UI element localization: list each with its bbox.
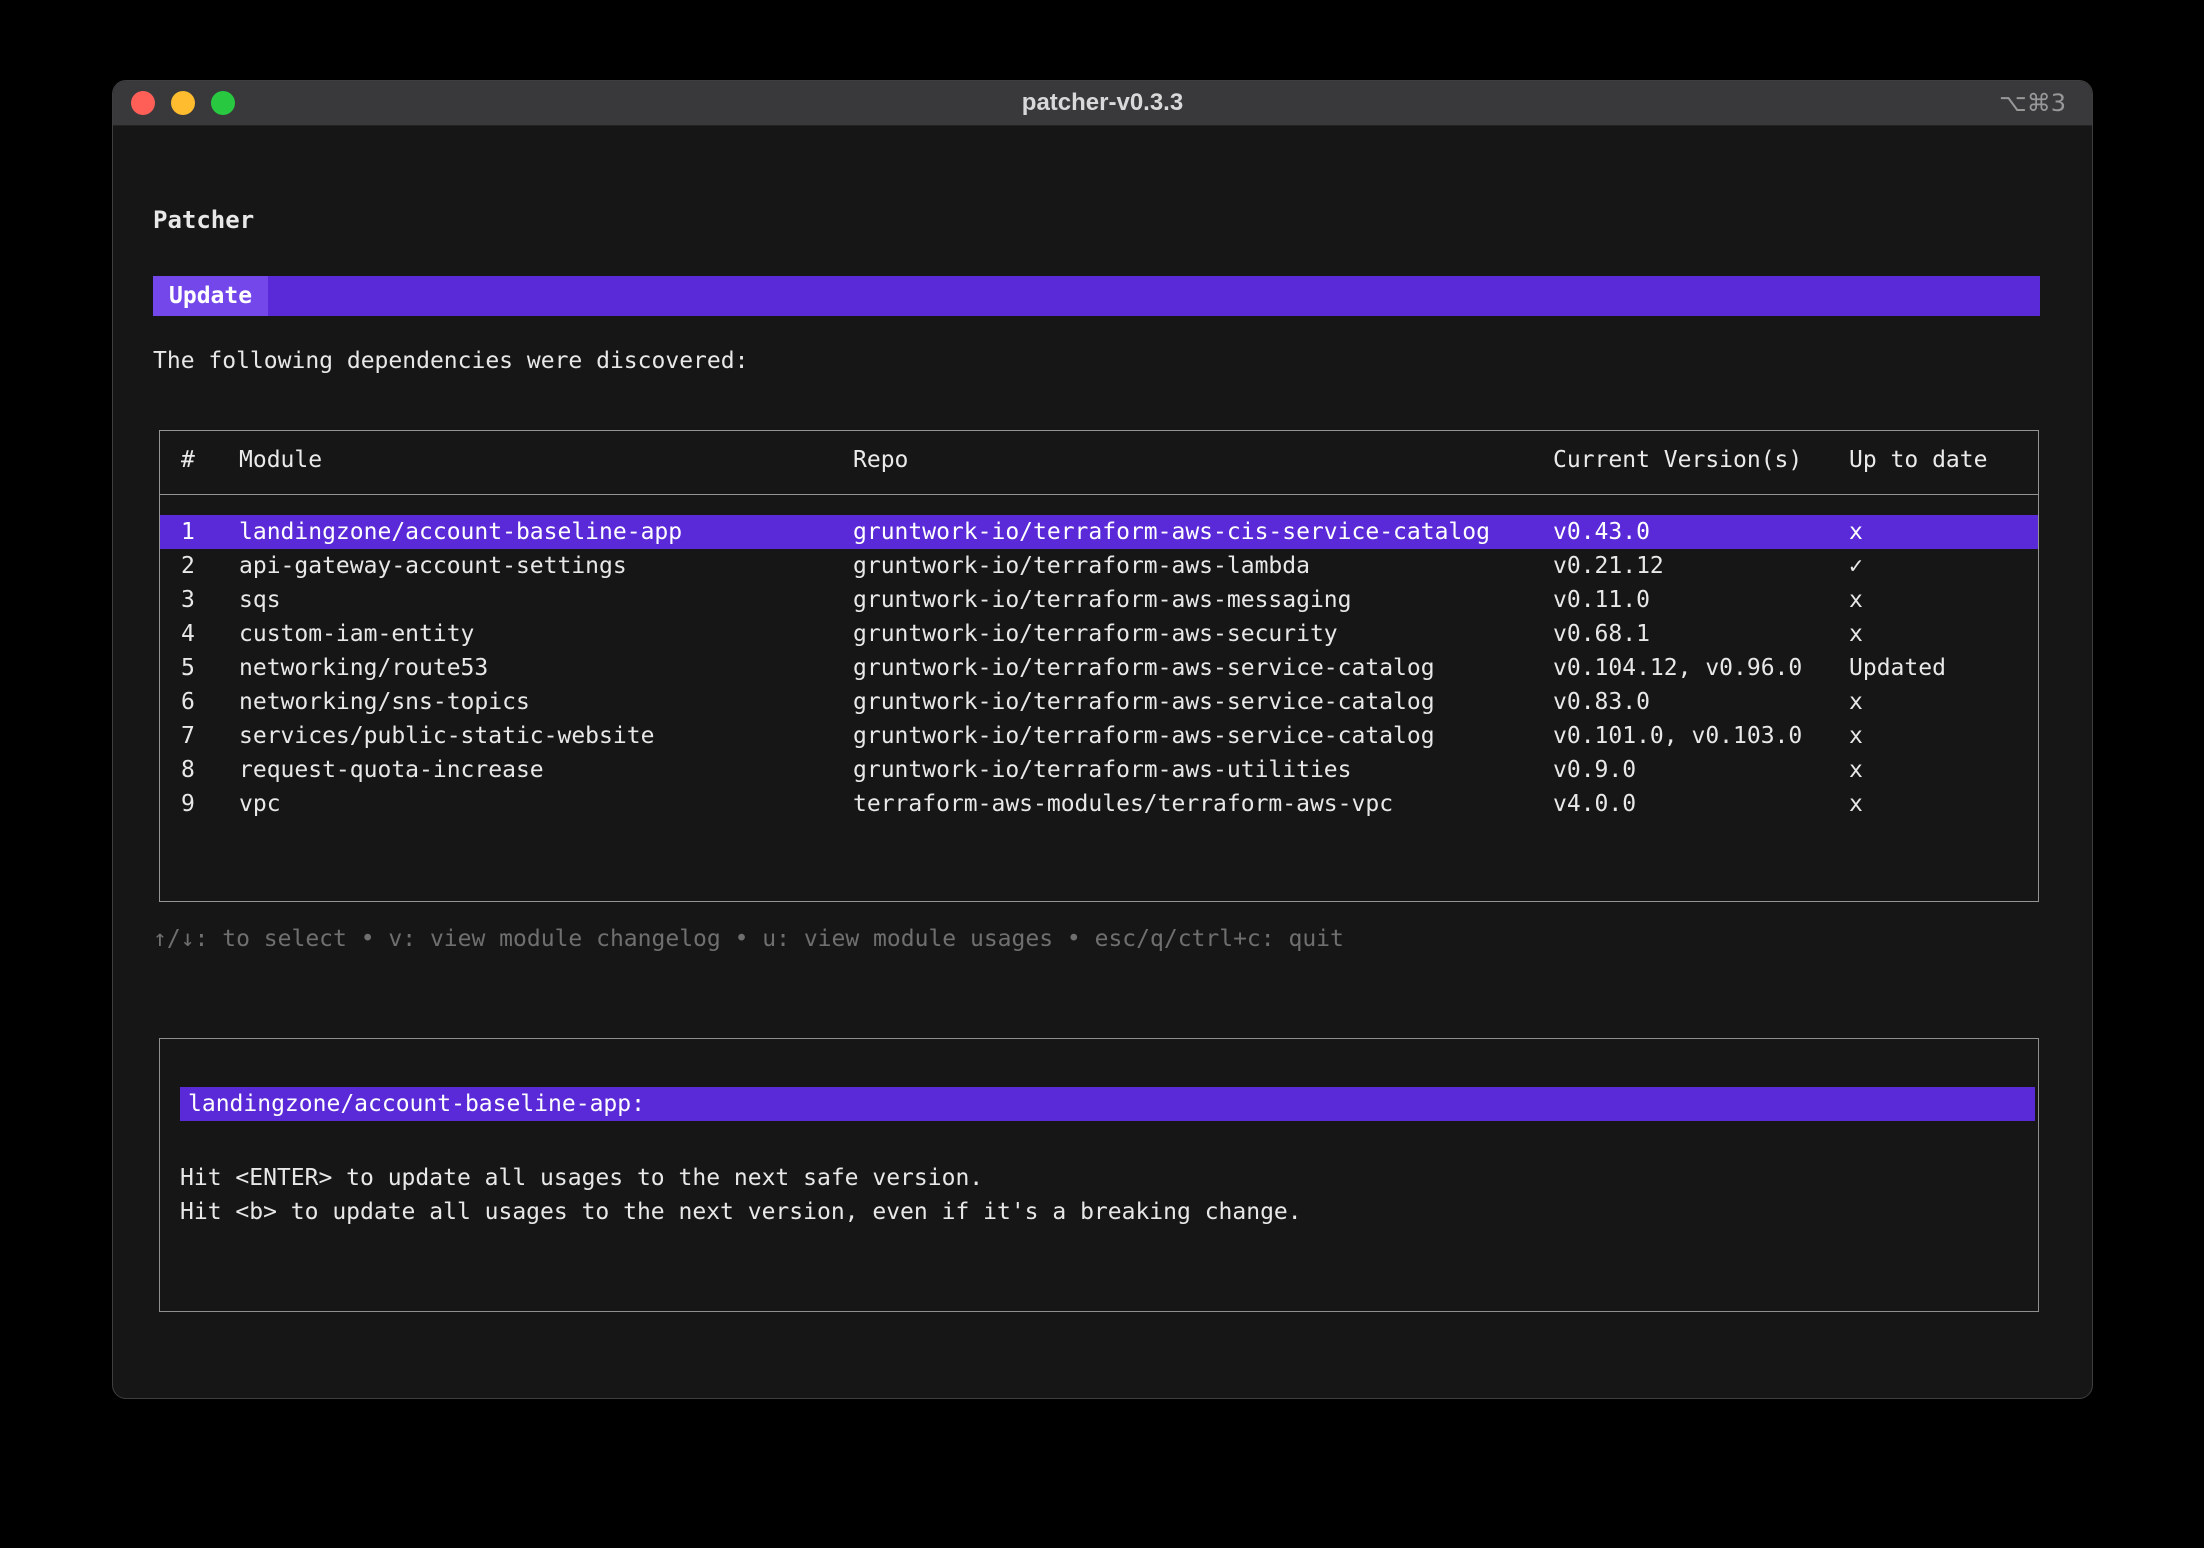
zoom-button[interactable] [211,91,235,115]
col-header-number: # [181,447,239,494]
terminal-window: patcher-v0.3.3 ⌥⌘3 Patcher Update The fo… [112,80,2093,1399]
cell-up-to-date: x [1849,583,2038,617]
table-row[interactable]: 2 api-gateway-account-settings gruntwork… [160,549,2038,583]
dependencies-table: # Module Repo Current Version(s) Up to d… [159,430,2039,902]
cell-current-versions: v4.0.0 [1553,787,1849,821]
cell-repo: gruntwork-io/terraform-aws-security [853,617,1553,651]
cell-up-to-date: x [1849,685,2038,719]
cell-up-to-date: x [1849,719,2038,753]
update-tab-bar: Update [153,276,2040,316]
cell-current-versions: v0.83.0 [1553,685,1849,719]
minimize-button[interactable] [171,91,195,115]
close-button[interactable] [131,91,155,115]
cell-current-versions: v0.101.0, v0.103.0 [1553,719,1849,753]
detail-panel: landingzone/account-baseline-app: Hit <E… [159,1038,2039,1312]
window-shortcut-hint: ⌥⌘3 [1999,89,2066,117]
intro-text: The following dependencies were discover… [153,344,2040,378]
detail-instruction-breaking: Hit <b> to update all usages to the next… [180,1195,2038,1229]
col-header-up-to-date: Up to date [1849,447,2038,494]
cell-module: networking/sns-topics [239,685,853,719]
cell-number: 6 [181,685,239,719]
col-header-repo: Repo [853,447,1553,494]
cell-up-to-date: x [1849,753,2038,787]
table-row[interactable]: 4 custom-iam-entity gruntwork-io/terrafo… [160,617,2038,651]
cell-number: 8 [181,753,239,787]
window-titlebar[interactable]: patcher-v0.3.3 ⌥⌘3 [113,81,2092,126]
cell-up-to-date: x [1849,787,2038,821]
table-row[interactable]: 7 services/public-static-website gruntwo… [160,719,2038,753]
cell-repo: gruntwork-io/terraform-aws-lambda [853,549,1553,583]
cell-number: 5 [181,651,239,685]
cell-number: 3 [181,583,239,617]
cell-module: custom-iam-entity [239,617,853,651]
cell-module: api-gateway-account-settings [239,549,853,583]
tab-update[interactable]: Update [153,276,268,316]
cell-repo: terraform-aws-modules/terraform-aws-vpc [853,787,1553,821]
table-row[interactable]: 5 networking/route53 gruntwork-io/terraf… [160,651,2038,685]
table-row[interactable]: 6 networking/sns-topics gruntwork-io/ter… [160,685,2038,719]
table-row[interactable]: 8 request-quota-increase gruntwork-io/te… [160,753,2038,787]
table-row[interactable]: 3 sqs gruntwork-io/terraform-aws-messagi… [160,583,2038,617]
cell-current-versions: v0.11.0 [1553,583,1849,617]
cell-repo: gruntwork-io/terraform-aws-service-catal… [853,685,1553,719]
terminal-content: Patcher Update The following dependencie… [113,126,2092,1312]
detail-module-heading: landingzone/account-baseline-app: [180,1087,2035,1121]
cell-module: vpc [239,787,853,821]
cell-module: sqs [239,583,853,617]
detail-instructions: Hit <ENTER> to update all usages to the … [180,1161,2038,1229]
cell-up-to-date: x [1849,515,2038,549]
cell-module: request-quota-increase [239,753,853,787]
col-header-module: Module [239,447,853,494]
cell-module: services/public-static-website [239,719,853,753]
cell-repo: gruntwork-io/terraform-aws-service-catal… [853,719,1553,753]
table-body: 1 landingzone/account-baseline-app grunt… [160,495,2038,821]
cell-repo: gruntwork-io/terraform-aws-service-catal… [853,651,1553,685]
app-title: Patcher [153,204,2040,236]
cell-up-to-date: Updated [1849,651,2038,685]
table-row[interactable]: 1 landingzone/account-baseline-app grunt… [160,515,2038,549]
cell-current-versions: v0.43.0 [1553,515,1849,549]
cell-number: 9 [181,787,239,821]
col-header-current-versions: Current Version(s) [1553,447,1849,494]
cell-number: 4 [181,617,239,651]
cell-up-to-date: x [1849,617,2038,651]
cell-module: networking/route53 [239,651,853,685]
cell-number: 7 [181,719,239,753]
cell-repo: gruntwork-io/terraform-aws-cis-service-c… [853,515,1553,549]
cell-current-versions: v0.9.0 [1553,753,1849,787]
cell-number: 2 [181,549,239,583]
detail-instruction-enter: Hit <ENTER> to update all usages to the … [180,1161,2038,1195]
cell-number: 1 [181,515,239,549]
window-title: patcher-v0.3.3 [113,89,2092,117]
cell-current-versions: v0.21.12 [1553,549,1849,583]
cell-repo: gruntwork-io/terraform-aws-utilities [853,753,1553,787]
help-bar: ↑/↓: to select • v: view module changelo… [153,922,2040,956]
window-controls [131,91,235,115]
cell-current-versions: v0.104.12, v0.96.0 [1553,651,1849,685]
cell-up-to-date: ✓ [1849,549,2038,583]
table-row[interactable]: 9 vpc terraform-aws-modules/terraform-aw… [160,787,2038,821]
cell-module: landingzone/account-baseline-app [239,515,853,549]
cell-repo: gruntwork-io/terraform-aws-messaging [853,583,1553,617]
table-header-row: # Module Repo Current Version(s) Up to d… [160,431,2038,495]
cell-current-versions: v0.68.1 [1553,617,1849,651]
